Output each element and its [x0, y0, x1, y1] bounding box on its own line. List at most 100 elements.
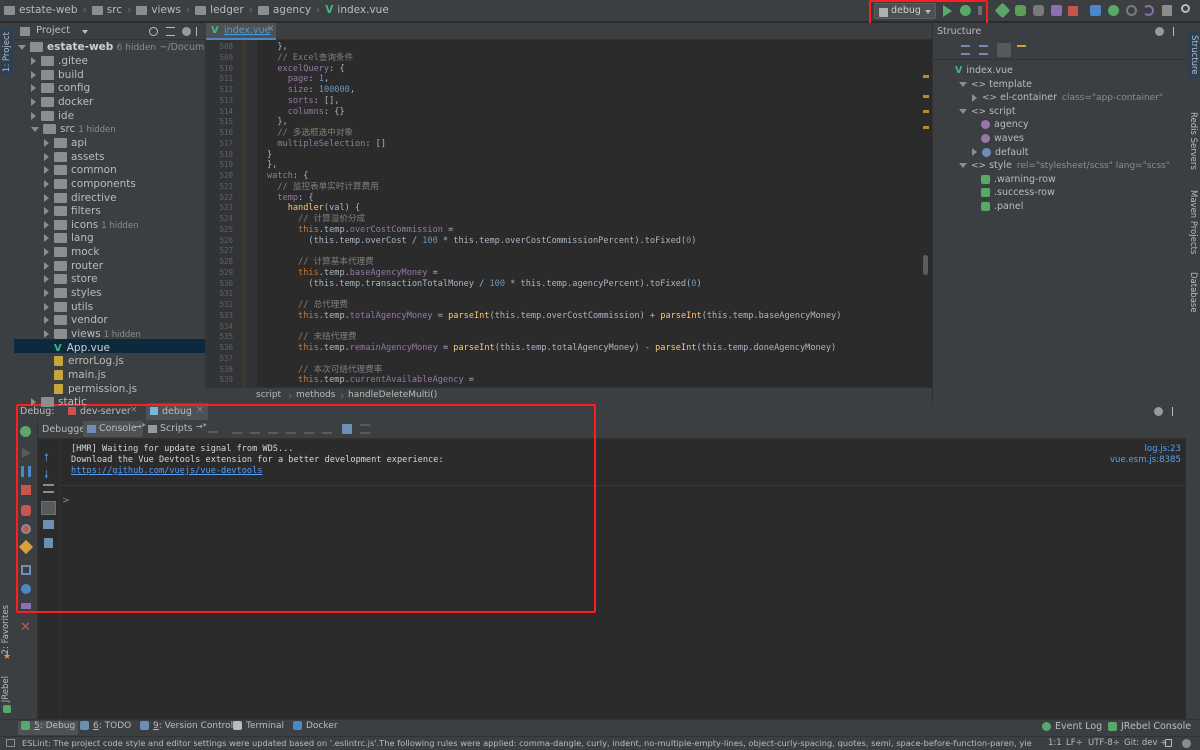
chevron-down-icon[interactable]	[82, 30, 88, 34]
expand-arrow-icon[interactable]	[972, 93, 977, 102]
tree-item-directive[interactable]: directive	[44, 192, 117, 206]
expand-arrow-icon[interactable]	[44, 330, 49, 338]
hide-icon[interactable]	[1173, 27, 1179, 36]
status-toggle-icon[interactable]	[6, 739, 15, 747]
bottom-tab-todo[interactable]: 6: TODO	[80, 721, 131, 735]
history-icon[interactable]	[1126, 5, 1137, 16]
tree-item-errorlog-js[interactable]: errorLog.js	[44, 355, 124, 369]
close-debug-icon[interactable]: ✕	[20, 620, 31, 635]
console-source-link[interactable]: log.js:23	[1144, 444, 1181, 455]
tree-item-assets[interactable]: assets	[44, 151, 104, 165]
gear-icon[interactable]	[1154, 407, 1163, 416]
autoscroll-icon[interactable]	[1017, 45, 1026, 55]
collapse-icon[interactable]	[166, 27, 175, 36]
crumb-method[interactable]: handleDeleteMulti()	[348, 390, 437, 400]
revert-icon[interactable]	[1143, 5, 1154, 16]
expand-arrow-icon[interactable]	[44, 179, 49, 188]
crumb-script[interactable]: script	[256, 390, 281, 400]
expand-arrow-icon[interactable]	[31, 70, 36, 79]
stop-icon[interactable]	[1068, 6, 1078, 16]
editor-scrollbar[interactable]	[919, 40, 932, 387]
structure-item-waves[interactable]: waves	[972, 132, 1024, 146]
breadcrumb-item[interactable]: views	[151, 4, 181, 16]
expand-arrow-icon[interactable]	[44, 275, 49, 284]
editor-tab[interactable]: V index.vue ×	[206, 23, 276, 40]
tree-item-permission-js[interactable]: permission.js	[44, 383, 137, 397]
breadcrumb-item[interactable]: index.vue	[337, 4, 388, 16]
expand-arrow-icon[interactable]	[959, 81, 967, 87]
inspector-icon[interactable]	[1182, 739, 1191, 748]
tree-item-filters[interactable]: filters	[44, 205, 101, 219]
expand-arrow-icon[interactable]	[44, 316, 49, 325]
expand-arrow-icon[interactable]	[44, 220, 49, 229]
gear-icon[interactable]	[182, 27, 191, 36]
expand-arrow-icon[interactable]	[44, 166, 49, 175]
structure-tool-tab[interactable]: Structure	[1188, 32, 1200, 78]
breadcrumb-item[interactable]: src	[107, 4, 122, 16]
structure-item-index-vue[interactable]: Vindex.vue	[946, 64, 1013, 78]
tree-item-api[interactable]: api	[44, 137, 87, 151]
git-branch[interactable]: Git: dev ÷	[1124, 737, 1167, 750]
tree-item--gitee[interactable]: .gitee	[31, 55, 88, 69]
expand-arrow-icon[interactable]	[44, 289, 49, 298]
tree-item-ide[interactable]: ide	[31, 110, 74, 124]
expand-arrow-icon[interactable]	[31, 126, 39, 132]
tree-item-static[interactable]: static	[31, 396, 87, 410]
expand-arrow-icon[interactable]	[959, 108, 967, 114]
tree-item-components[interactable]: components	[44, 178, 136, 192]
expand-arrow-icon[interactable]	[44, 248, 49, 257]
jrebel-console-tab[interactable]: JRebel Console	[1108, 721, 1191, 735]
tree-item-views[interactable]: views 1 hidden	[44, 328, 141, 342]
project-root-row[interactable]: estate-web 6 hidden ~/Documents/W	[18, 41, 205, 55]
breadcrumb-item[interactable]: agency	[273, 4, 311, 16]
expand-arrow-icon[interactable]	[44, 193, 49, 202]
expand-arrow-icon[interactable]	[44, 302, 49, 311]
expand-arrow-icon[interactable]	[44, 138, 49, 147]
line-separator[interactable]: LF÷	[1066, 737, 1083, 750]
caret-position[interactable]: 1:1	[1048, 737, 1062, 750]
scroll-thumb[interactable]	[923, 255, 928, 275]
maven-tool-tab[interactable]: Maven Projects	[1188, 190, 1198, 254]
tree-item-docker[interactable]: docker	[31, 96, 93, 110]
tree-item-lang[interactable]: lang	[44, 232, 94, 246]
lock-icon[interactable]	[1165, 739, 1172, 747]
structure-item--warning-row[interactable]: .warning-row	[972, 173, 1056, 187]
tree-item-store[interactable]: store	[44, 273, 98, 287]
redis-tool-tab[interactable]: Redis Servers	[1188, 112, 1198, 170]
project-panel-title[interactable]: Project	[36, 25, 70, 36]
structure-item--success-row[interactable]: .success-row	[972, 186, 1055, 200]
expand-arrow-icon[interactable]	[44, 261, 49, 270]
breadcrumb-item[interactable]: estate-web	[19, 4, 78, 16]
jrebel-tool-tab[interactable]: JRebel	[1, 676, 11, 702]
hide-icon[interactable]	[1172, 407, 1178, 416]
expand-arrow-icon[interactable]	[31, 111, 36, 120]
breadcrumb-item[interactable]: ledger	[210, 4, 243, 16]
tree-item-config[interactable]: config	[31, 82, 90, 96]
expand-arrow-icon[interactable]	[44, 152, 49, 161]
vcs-update-icon[interactable]	[1090, 5, 1101, 16]
sort-icon[interactable]	[997, 43, 1011, 57]
vcs-commit-icon[interactable]	[1108, 5, 1119, 16]
expand-arrow-icon[interactable]	[972, 148, 977, 157]
tree-item-router[interactable]: router	[44, 260, 103, 274]
expand-arrow-icon[interactable]	[31, 57, 36, 65]
expand-arrow-icon[interactable]	[959, 163, 967, 169]
search-everywhere-icon[interactable]	[1181, 4, 1190, 13]
event-log-tab[interactable]: Event Log	[1042, 721, 1102, 735]
structure-item-style[interactable]: <> style rel="stylesheet/scss" lang="scss"	[959, 159, 1170, 173]
database-tool-tab[interactable]: Database	[1188, 272, 1198, 313]
tree-item-src[interactable]: src 1 hidden	[31, 123, 116, 137]
code-area[interactable]: 508 }, 509 // Excel查询条件 510 excelQuery: {5…	[205, 40, 932, 387]
tree-item-vendor[interactable]: vendor	[44, 314, 108, 328]
expand-arrow-icon[interactable]	[31, 97, 36, 106]
tree-item-utils[interactable]: utils	[44, 301, 93, 315]
close-icon[interactable]: ×	[267, 24, 275, 34]
favorites-tool-tab[interactable]: 2: Favorites	[1, 605, 11, 654]
collapse-all-icon[interactable]	[979, 45, 988, 55]
tree-item-common[interactable]: common	[44, 164, 117, 178]
tree-item-mock[interactable]: mock	[44, 246, 100, 260]
expand-arrow-icon[interactable]	[31, 398, 36, 407]
structure-item--panel[interactable]: .panel	[972, 200, 1023, 214]
structure-item-el-container[interactable]: <> el-container class="app-container"	[972, 91, 1163, 105]
tree-item-icons[interactable]: icons 1 hidden	[44, 219, 139, 233]
